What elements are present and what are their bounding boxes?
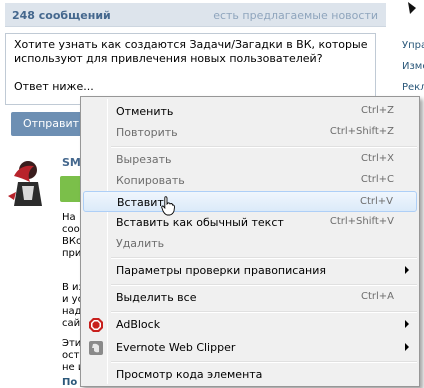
avatar[interactable] [4, 156, 48, 208]
menu-item-inspect[interactable]: Просмотр кода элемента [83, 364, 417, 385]
right-nav-item-manage[interactable]: Упра [402, 40, 424, 51]
menu-item-shortcut: Ctrl+Shift+Z [329, 126, 394, 137]
menu-item-shortcut: Ctrl+C [360, 174, 394, 185]
messages-count: 248 сообщений [12, 9, 111, 22]
menu-item-label: Evernote Web Clipper [116, 341, 236, 354]
messages-header: 248 сообщений есть предлагаемые новости [5, 3, 386, 27]
menu-separator [111, 257, 417, 259]
menu-item-label: Копировать [116, 174, 185, 187]
suggested-news-link[interactable]: есть предлагаемые новости [213, 9, 378, 22]
menu-item-select-all[interactable]: Выделить все Ctrl+A [83, 287, 417, 308]
menu-item-label: Параметры проверки правописания [116, 264, 327, 277]
menu-item-redo[interactable]: Повторить Ctrl+Shift+Z [83, 122, 417, 143]
corner-graphic-icon [408, 2, 416, 14]
submenu-arrow-icon [405, 266, 409, 274]
compose-textarea[interactable]: Хотите узнать как создаются Задачи/Загад… [14, 38, 369, 94]
right-nav-item-ads[interactable]: Рекл [402, 82, 424, 93]
context-menu: Отменить Ctrl+Z Повторить Ctrl+Shift+Z В… [80, 96, 420, 387]
post-more-link[interactable]: По [62, 377, 77, 388]
menu-item-delete[interactable]: Удалить [83, 233, 417, 254]
post-text-fragment: ост [62, 350, 80, 361]
menu-item-adblock[interactable]: AdBlock [83, 314, 417, 335]
post-text-fragment: Эти [62, 338, 82, 349]
compose-box[interactable]: Хотите узнать как создаются Задачи/Загад… [5, 33, 376, 105]
post-text-fragment: На [62, 212, 76, 223]
submenu-arrow-icon [405, 343, 409, 351]
menu-item-copy[interactable]: Копировать Ctrl+C [83, 170, 417, 191]
menu-item-spellcheck[interactable]: Параметры проверки правописания [83, 260, 417, 281]
menu-item-shortcut: Ctrl+V [359, 196, 393, 207]
adblock-icon [89, 318, 103, 332]
post-text-fragment: сай [62, 318, 81, 329]
menu-item-paste-plain[interactable]: Вставить как обычный текст Ctrl+Shift+V [83, 212, 417, 233]
menu-separator [111, 311, 417, 313]
menu-item-undo[interactable]: Отменить Ctrl+Z [83, 101, 417, 122]
evernote-icon [89, 341, 103, 355]
menu-separator [111, 284, 417, 286]
submenu-arrow-icon [405, 320, 409, 328]
menu-item-shortcut: Ctrl+A [360, 291, 394, 302]
right-nav-item-edit[interactable]: Изме [402, 61, 424, 72]
menu-item-label: Просмотр кода элемента [116, 368, 263, 381]
menu-item-label: Отменить [116, 105, 174, 118]
menu-item-cut[interactable]: Вырезать Ctrl+X [83, 149, 417, 170]
menu-item-paste[interactable]: Вставить Ctrl+V [83, 191, 417, 212]
post-text-fragment: соо [62, 224, 80, 235]
post-attachment-icon [60, 176, 82, 202]
send-button[interactable]: Отправить [11, 112, 91, 136]
hand-cursor-icon [161, 196, 175, 216]
menu-item-label: Повторить [116, 126, 178, 139]
menu-item-shortcut: Ctrl+X [360, 153, 394, 164]
menu-item-label: Вставить как обычный текст [116, 216, 284, 229]
menu-item-evernote[interactable]: Evernote Web Clipper [83, 337, 417, 358]
menu-item-label: Удалить [116, 237, 165, 250]
menu-separator [111, 146, 417, 148]
menu-item-shortcut: Ctrl+Shift+V [329, 216, 394, 227]
menu-item-label: AdBlock [116, 318, 161, 331]
menu-item-label: Вырезать [116, 153, 172, 166]
menu-item-label: Выделить все [116, 291, 197, 304]
menu-separator [111, 361, 417, 363]
menu-item-shortcut: Ctrl+Z [360, 105, 394, 116]
post-author[interactable]: SM [62, 156, 81, 169]
post-text-fragment: при [62, 248, 82, 259]
